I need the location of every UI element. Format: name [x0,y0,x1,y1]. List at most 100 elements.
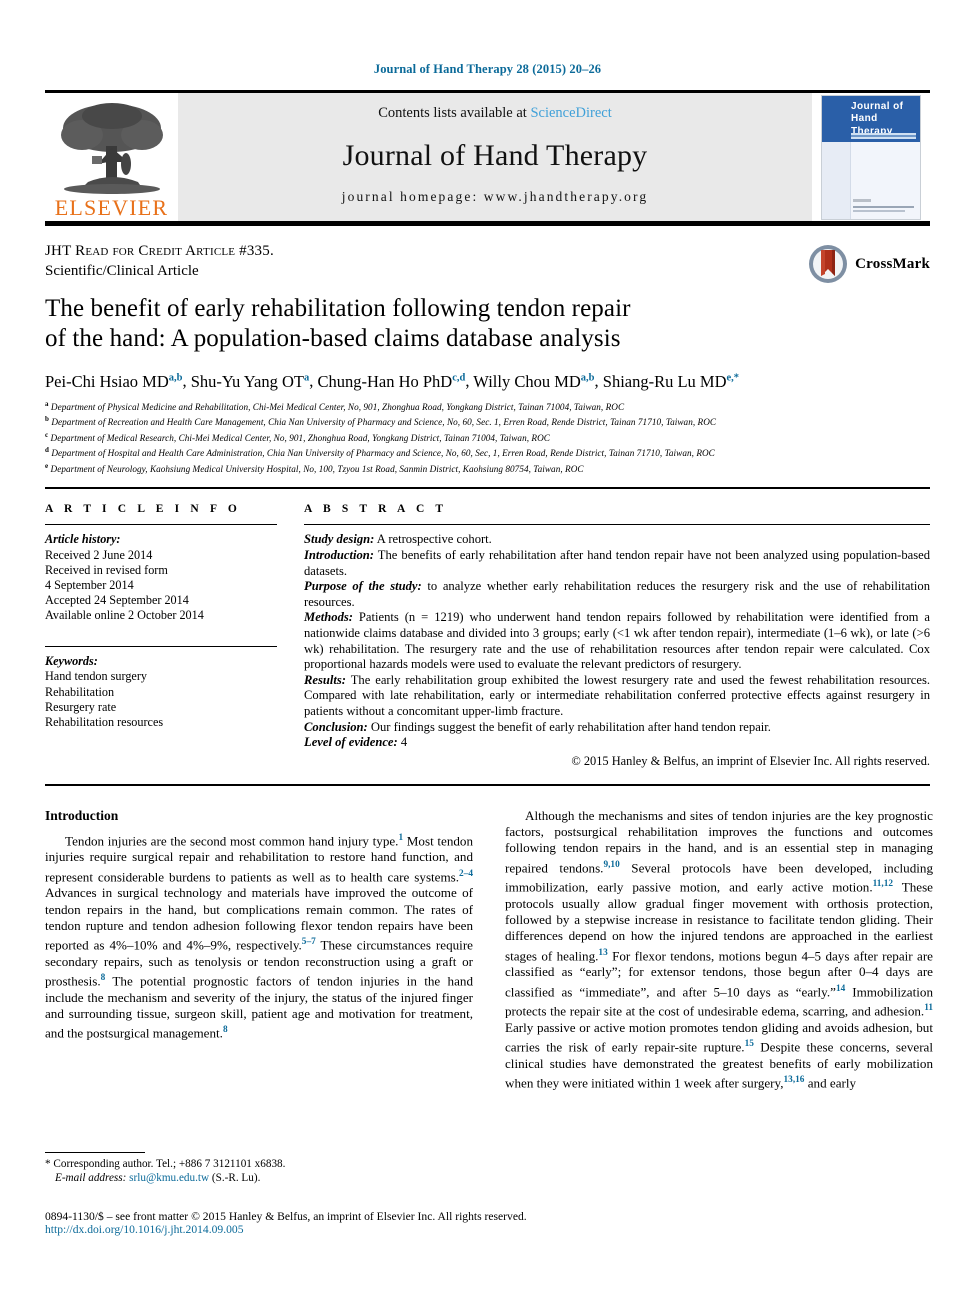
article-header: JHT Read for Credit Article #335. Scient… [45,243,930,476]
abstract-section: Results: The early rehabilitation group … [304,673,930,720]
citation-ref[interactable]: 9,10 [603,860,619,870]
header-divider-rule [45,486,930,489]
corresponding-author-footnote: * Corresponding author. Tel.; +886 7 312… [45,1152,473,1185]
keyword-item: Resurgery rate [45,699,117,714]
history-item: Available online 2 October 2014 [45,608,204,623]
abstract-label: Conclusion: [304,719,368,734]
corresponding-author-line: * Corresponding author. Tel.; +886 7 312… [45,1158,286,1171]
abstract-text: 4 [397,735,408,750]
journal-cover-thumbnail[interactable]: Journal of Hand Therapy [821,94,921,220]
contents-prefix: Contents lists available at [378,105,531,121]
affiliation-text: Department of Physical Medicine and Reha… [50,401,625,412]
citation-ref[interactable]: 2–4 [459,869,473,879]
abstract-label: Study design: [304,532,375,547]
abstract-label: Purpose of the study: [304,579,422,594]
article-history-label: Article history: [45,532,121,547]
jht-credit-text: JHT Read for Credit Article #335. [45,243,274,259]
abstract-section: Introduction: The benefits of early reha… [304,548,930,579]
abstract-body: Study design: A retrospective cohort. In… [304,532,930,750]
abstract-text: The early rehabilitation group exhibited… [304,672,930,718]
author-affil-mark: e,* [726,372,740,383]
affiliation-item: b Department of Recreation and Health Ca… [45,413,930,429]
article-history-block: Article history: Received 2 June 2014 Re… [45,532,277,623]
cover-accent-bar [851,132,916,139]
footnote-rule [45,1152,145,1154]
citation-ref[interactable]: 13 [598,948,607,958]
intro-text-e: The potential prognostic factors of tend… [45,973,473,1041]
masthead-bottom-rule [45,221,930,226]
title-line-2: of the hand: A population-based claims d… [45,325,621,352]
affiliation-mark: d [45,446,49,455]
keyword-item: Hand tendon surgery [45,669,147,684]
abstract-text: Patients (n = 1219) who underwent hand t… [304,610,930,672]
doi-link[interactable]: http://dx.doi.org/10.1016/j.jht.2014.09.… [45,1223,930,1236]
affiliation-item: d Department of Hospital and Health Care… [45,444,930,460]
citation-ref[interactable]: 13,16 [784,1075,805,1085]
article-type: Scientific/Clinical Article [45,263,199,279]
citation-ref[interactable]: 11,12 [873,879,893,889]
elsevier-wordmark: ELSEVIER [54,195,169,220]
abstract-label: Introduction: [304,547,374,562]
body-column-right: Although the mechanisms and sites of ten… [505,808,933,1092]
author-item[interactable]: Chung-Han Ho PhDc,d [317,372,465,391]
author-item[interactable]: Shiang-Ru Lu MDe,* [603,372,739,391]
affiliation-mark: a [45,399,49,408]
info-abstract-section: A R T I C L E I N F O Article history: R… [45,503,930,769]
contents-available-line: Contents lists available at ScienceDirec… [378,105,612,122]
running-head: Journal of Hand Therapy 28 (2015) 20–26 [373,62,602,76]
right-text-h: and early [804,1075,857,1091]
citation-ref[interactable]: 14 [836,984,845,994]
body-columns: Introduction Tendon injuries are the sec… [45,808,933,1092]
journal-title: Journal of Hand Therapy [342,138,648,172]
citation-ref[interactable]: 15 [745,1039,754,1049]
keyword-item: Rehabilitation [45,684,115,699]
abstract-section: Study design: A retrospective cohort. [304,532,930,548]
abstract-label: Results: [304,672,346,687]
footnote-body: * Corresponding author. Tel.; +886 7 312… [45,1157,473,1185]
title-line-1: The benefit of early rehabilitation foll… [45,295,631,322]
email-label: E-mail address: [55,1172,127,1185]
email-line: E-mail address: srlu@kmu.edu.tw (S.-R. L… [45,1171,473,1185]
author-item[interactable]: Pei-Chi Hsiao MDa,b [45,372,182,391]
elsevier-tree-icon [60,103,163,194]
affiliation-text: Department of Hospital and Health Care A… [51,448,715,459]
cover-spine [822,141,851,219]
crossmark-icon [809,245,848,283]
abstract-column: A B S T R A C T Study design: A retrospe… [304,503,930,769]
abstract-section: Level of evidence: 4 [304,735,930,751]
journal-masthead: ELSEVIER Contents lists available at Sci… [45,90,930,226]
citation-ref[interactable]: 8 [223,1025,228,1035]
body-column-left: Introduction Tendon injuries are the sec… [45,808,473,1092]
sciencedirect-link[interactable]: ScienceDirect [530,105,611,121]
affiliation-text: Department of Recreation and Health Care… [51,417,717,428]
cover-header-band: Journal of Hand Therapy [822,95,920,142]
author-item[interactable]: Willy Chou MDa,b [473,372,594,391]
author-item[interactable]: Shu-Yu Yang OTa [191,372,309,391]
masthead-center: Contents lists available at ScienceDirec… [178,93,812,221]
keywords-rule [45,645,277,648]
citation-ref[interactable]: 11 [924,1003,933,1013]
journal-homepage[interactable]: journal homepage: www.jhandtherapy.org [342,189,649,205]
article-page: Journal of Hand Therapy 28 (2015) 20–26 [0,0,975,1305]
author-affil-mark: a,b [168,372,183,383]
affiliation-mark: e [45,462,49,471]
issn-copyright-line: 0894-1130/$ – see front matter © 2015 Ha… [45,1210,527,1223]
intro-text-a: Tendon injuries are the second most comm… [65,833,399,849]
abstract-rule [304,523,930,526]
cover-title-line1: Journal of [851,100,904,112]
affiliation-mark: c [45,430,49,439]
history-item: Received in revised form [45,562,168,577]
abstract-bottom-rule [45,783,930,786]
article-info-column: A R T I C L E I N F O Article history: R… [45,503,277,769]
citation-ref[interactable]: 5–7 [302,937,316,947]
crossmark-label: CrossMark [855,255,930,272]
email-link[interactable]: srlu@kmu.edu.tw [129,1172,209,1184]
affiliation-item: a Department of Physical Medicine and Re… [45,398,930,414]
abstract-text: The benefits of early rehabilitation aft… [304,547,930,578]
article-info-rule [45,523,277,526]
abstract-label: Level of evidence: [304,735,398,750]
abstract-text: A retrospective cohort. [374,532,492,547]
crossmark-badge[interactable]: CrossMark [807,243,930,285]
affiliation-mark: b [45,415,49,424]
article-info-heading: A R T I C L E I N F O [45,502,241,515]
